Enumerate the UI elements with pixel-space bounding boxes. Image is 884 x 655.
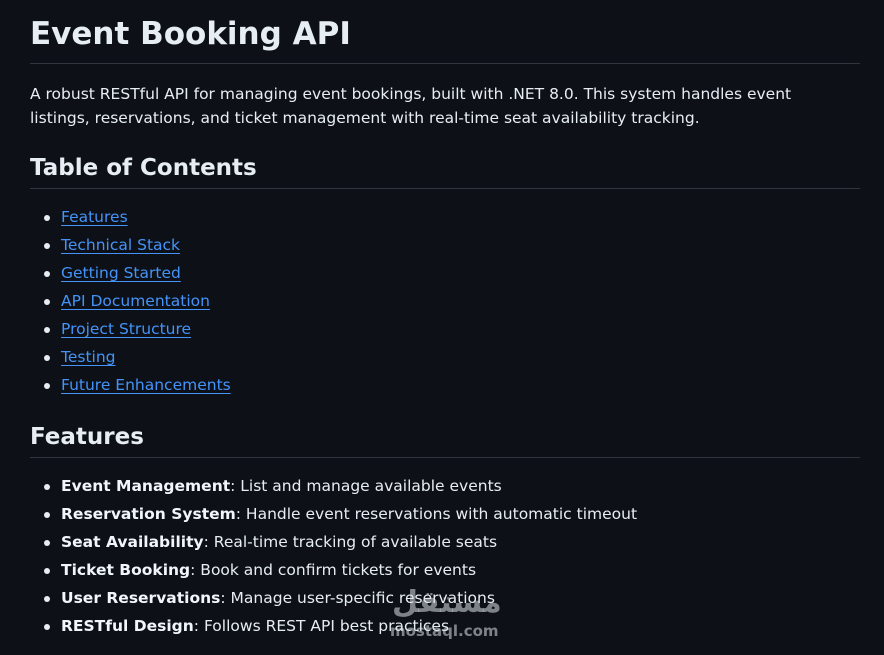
feature-name: Seat Availability	[61, 533, 204, 551]
bullet-icon	[44, 595, 50, 602]
bullet-icon	[44, 539, 50, 546]
toc-item: Technical Stack	[30, 231, 860, 259]
toc-item: Project Structure	[30, 315, 860, 343]
intro-paragraph: A robust RESTful API for managing event …	[30, 85, 792, 127]
bullet-icon	[44, 623, 50, 630]
toc-link-testing[interactable]: Testing	[61, 348, 116, 366]
toc-item: API Documentation	[30, 287, 860, 315]
page-title: Event Booking API	[30, 0, 860, 64]
feature-name: Reservation System	[61, 505, 236, 523]
toc-link-getting-started[interactable]: Getting Started	[61, 264, 181, 282]
bullet-icon	[44, 511, 50, 518]
feature-name: RESTful Design	[61, 617, 194, 635]
feature-name: User Reservations	[61, 589, 221, 607]
bullet-icon	[44, 354, 50, 361]
bullet-icon	[44, 567, 50, 574]
feature-description: : Real-time tracking of available seats	[203, 533, 498, 551]
feature-description: : List and manage available events	[230, 477, 502, 495]
feature-name: Ticket Booking	[61, 561, 191, 579]
readme-page: Event Booking API A robust RESTful API f…	[0, 0, 884, 655]
toc-item: Features	[30, 203, 860, 231]
toc-item: Getting Started	[30, 259, 860, 287]
feature-name: Event Management	[61, 477, 231, 495]
toc-link-features[interactable]: Features	[61, 208, 128, 226]
feature-item: Ticket Booking: Book and confirm tickets…	[30, 556, 860, 584]
feature-item: Reservation System: Handle event reserva…	[30, 500, 860, 528]
feature-item: RESTful Design: Follows REST API best pr…	[30, 612, 860, 640]
toc-list: Features Technical Stack Getting Started…	[30, 203, 860, 399]
bullet-icon	[44, 382, 50, 389]
feature-item: User Reservations: Manage user-specific …	[30, 584, 860, 612]
bullet-icon	[44, 214, 50, 221]
features-heading: Features	[30, 422, 860, 458]
toc-link-api-documentation[interactable]: API Documentation	[61, 292, 210, 310]
feature-description: : Follows REST API best practices	[193, 617, 450, 635]
readme-content: Event Booking API A robust RESTful API f…	[30, 0, 860, 640]
feature-description: : Handle event reservations with automat…	[235, 505, 638, 523]
toc-link-technical-stack[interactable]: Technical Stack	[61, 236, 180, 254]
feature-item: Event Management: List and manage availa…	[30, 472, 860, 500]
feature-description: : Manage user-specific reservations	[220, 589, 495, 607]
bullet-icon	[44, 270, 50, 277]
bullet-icon	[44, 326, 50, 333]
toc-item: Testing	[30, 343, 860, 371]
feature-item: Seat Availability: Real-time tracking of…	[30, 528, 860, 556]
toc-item: Future Enhancements	[30, 371, 860, 399]
toc-heading: Table of Contents	[30, 153, 860, 189]
bullet-icon	[44, 242, 50, 249]
features-list: Event Management: List and manage availa…	[30, 472, 860, 640]
toc-link-future-enhancements[interactable]: Future Enhancements	[61, 376, 231, 394]
bullet-icon	[44, 298, 50, 305]
bullet-icon	[44, 483, 50, 490]
toc-link-project-structure[interactable]: Project Structure	[61, 320, 191, 338]
feature-description: : Book and confirm tickets for events	[190, 561, 477, 579]
